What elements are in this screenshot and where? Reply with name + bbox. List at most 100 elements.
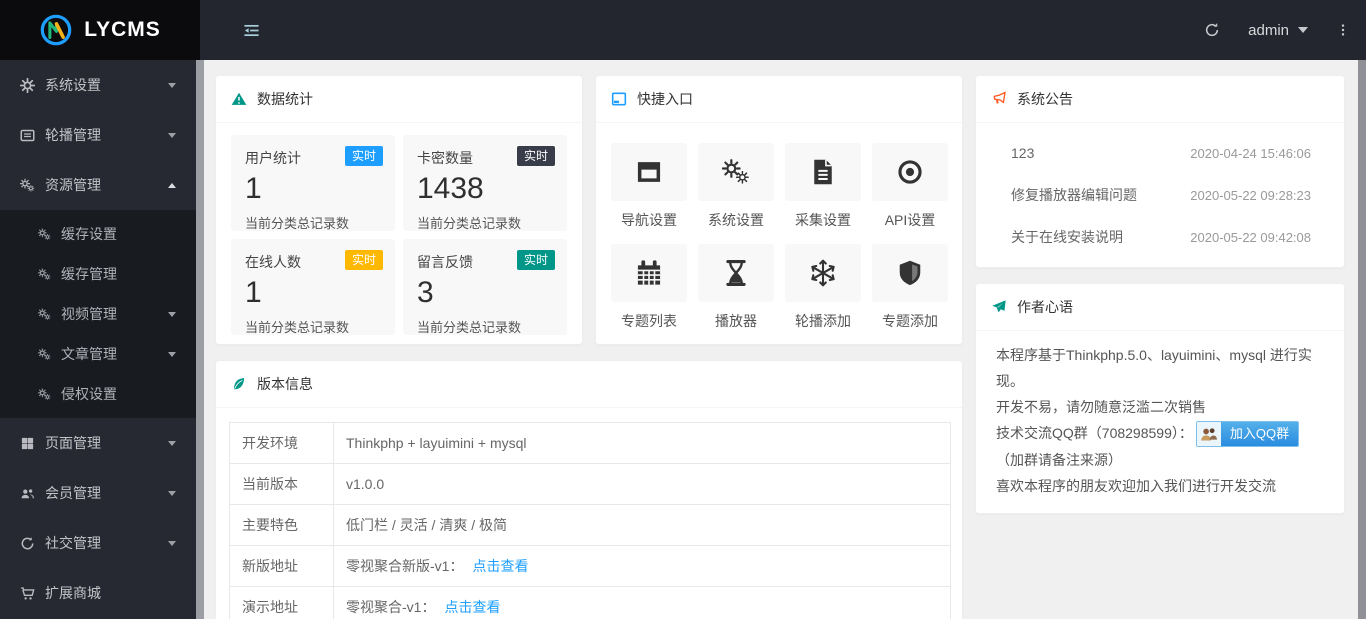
sidebar-item-extension-store[interactable]: 扩展商城 (0, 568, 196, 618)
qq-group-people-icon (1196, 422, 1221, 447)
sidebar-item-video-manage[interactable]: 视频管理 (0, 294, 196, 334)
stat-value: 1 (245, 276, 262, 309)
document-icon (785, 143, 861, 201)
data-statistics-card: 数据统计 用户统计 实时 1 当前分类总记录数 卡密数量 实时 1438 当前分… (215, 75, 583, 345)
version-row-label: 新版地址 (229, 545, 334, 587)
cogs-icon (20, 178, 35, 193)
cogs-icon (38, 268, 51, 281)
chevron-down-icon (168, 132, 176, 138)
quick-entry-api-settings[interactable]: API设置 (872, 143, 948, 230)
users-icon (20, 486, 35, 501)
realtime-badge: 实时 (344, 146, 383, 166)
sidebar-item-label: 缓存管理 (61, 266, 117, 282)
dot-circle-icon (872, 143, 948, 201)
card-header: 版本信息 (216, 361, 962, 408)
list-item[interactable]: 关于在线安装说明 2020-05-22 09:42:08 (976, 216, 1344, 258)
sidebar-item-social-manage[interactable]: 社交管理 (0, 518, 196, 568)
collapse-sidebar-icon[interactable] (243, 22, 260, 39)
quick-entry-nav-settings[interactable]: 导航设置 (611, 143, 687, 230)
panel-icon (611, 91, 627, 107)
announcement-list: 123 2020-04-24 15:46:06 修复播放器编辑问题 2020-0… (976, 123, 1344, 258)
sidebar-item-label: 缓存设置 (61, 226, 117, 242)
author-paragraph: 喜欢本程序的朋友欢迎加入我们进行开发交流 (996, 478, 1276, 495)
card-header: 数据统计 (216, 76, 582, 123)
version-row-label: 当前版本 (229, 463, 334, 505)
sidebar-item-label: 轮播管理 (45, 127, 101, 143)
sidebar-item-member-manage[interactable]: 会员管理 (0, 468, 196, 518)
card-title: 快捷入口 (637, 91, 693, 107)
warning-triangle-icon (231, 91, 247, 107)
leaf-icon (231, 376, 247, 392)
username: admin (1248, 21, 1289, 39)
quick-entry-system-settings[interactable]: 系统设置 (698, 143, 774, 230)
list-item[interactable]: 123 2020-04-24 15:46:06 (976, 132, 1344, 174)
sidebar-item-label: 资源管理 (45, 177, 101, 193)
join-qq-button[interactable]: 加入QQ群 (1195, 421, 1300, 448)
sidebar: 系统设置 轮播管理 资源管理 缓存设置 缓存管理 视频管理 文章管理 侵权设置 … (0, 60, 196, 619)
sidebar-item-system-settings[interactable]: 系统设置 (0, 60, 196, 110)
sidebar-item-infringement[interactable]: 侵权设置 (0, 374, 196, 414)
user-menu[interactable]: admin (1248, 22, 1308, 39)
stat-box-feedback: 留言反馈 实时 3 当前分类总记录数 (403, 239, 567, 335)
author-message-card: 作者心语 本程序基于Thinkphp.5.0、layuimini、mysql 进… (975, 283, 1345, 515)
quick-entry-carousel-add[interactable]: 轮播添加 (785, 244, 861, 331)
cogs-icon (38, 228, 51, 241)
quick-entry-collect-settings[interactable]: 采集设置 (785, 143, 861, 230)
stat-box-users: 用户统计 实时 1 当前分类总记录数 (231, 135, 395, 231)
card-header: 系统公告 (976, 76, 1344, 123)
sidebar-scrollbar[interactable] (196, 60, 204, 619)
card-title: 作者心语 (1017, 299, 1073, 315)
version-row-value: 零视聚合新版-v1： 点击查看 (333, 545, 951, 587)
announcement-time: 2020-05-22 09:28:23 (1190, 187, 1311, 203)
system-announcement-card: 系统公告 123 2020-04-24 15:46:06 修复播放器编辑问题 2… (975, 75, 1345, 268)
announcement-time: 2020-04-24 15:46:06 (1190, 145, 1311, 161)
chevron-down-icon (168, 490, 176, 496)
cogs-icon (38, 388, 51, 401)
view-link[interactable]: 点击查看 (444, 599, 500, 615)
logo-icon (39, 13, 73, 47)
stat-desc: 当前分类总记录数 (245, 215, 350, 231)
table-row: 主要特色 低门栏 / 灵活 / 清爽 / 极简 (229, 504, 951, 546)
sidebar-item-resources[interactable]: 资源管理 (0, 160, 196, 210)
view-link[interactable]: 点击查看 (472, 558, 528, 574)
carousel-icon (20, 128, 35, 143)
sidebar-item-cache-settings[interactable]: 缓存设置 (0, 214, 196, 254)
sidebar-item-carousel[interactable]: 轮播管理 (0, 110, 196, 160)
stat-desc: 当前分类总记录数 (245, 319, 350, 335)
calendar-icon (611, 244, 687, 302)
sidebar-item-cache-manage[interactable]: 缓存管理 (0, 254, 196, 294)
sidebar-item-label: 扩展商城 (45, 585, 101, 601)
kebab-menu-icon[interactable] (1336, 22, 1350, 38)
refresh-icon[interactable] (1204, 22, 1220, 38)
quick-entry-player[interactable]: 播放器 (698, 244, 774, 331)
sidebar-item-label: 视频管理 (61, 306, 117, 322)
author-paragraph: 本程序基于Thinkphp.5.0、layuimini、mysql 进行实现。 (996, 347, 1312, 389)
version-info-card: 版本信息 开发环境 Thinkphp + layuimini + mysql 当… (215, 360, 963, 619)
sidebar-item-article-manage[interactable]: 文章管理 (0, 334, 196, 374)
stats-grid: 用户统计 实时 1 当前分类总记录数 卡密数量 实时 1438 当前分类总记录数 (216, 123, 582, 347)
realtime-badge: 实时 (344, 250, 383, 270)
chevron-down-icon (168, 351, 176, 357)
quick-entry-topic-list[interactable]: 专题列表 (611, 244, 687, 331)
main-content: 数据统计 用户统计 实时 1 当前分类总记录数 卡密数量 实时 1438 当前分… (204, 60, 1358, 619)
card-title: 数据统计 (257, 91, 313, 107)
stat-box-cards: 卡密数量 实时 1438 当前分类总记录数 (403, 135, 567, 231)
version-row-value: v1.0.0 (333, 463, 951, 505)
card-title: 系统公告 (1017, 91, 1073, 107)
sidebar-item-page-manage[interactable]: 页面管理 (0, 418, 196, 468)
quick-entry-topic-add[interactable]: 专题添加 (872, 244, 948, 331)
table-row: 开发环境 Thinkphp + layuimini + mysql (229, 422, 951, 464)
recycle-icon (20, 536, 35, 551)
page-scrollbar[interactable] (1358, 60, 1366, 619)
card-title: 版本信息 (257, 376, 313, 392)
stat-desc: 当前分类总记录数 (417, 319, 522, 335)
author-message-body: 本程序基于Thinkphp.5.0、layuimini、mysql 进行实现。 … (976, 331, 1344, 499)
list-item[interactable]: 修复播放器编辑问题 2020-05-22 09:28:23 (976, 174, 1344, 216)
announcement-title: 修复播放器编辑问题 (1011, 187, 1137, 203)
realtime-badge: 实时 (516, 250, 555, 270)
author-paragraph: 开发不易，请勿随意泛滥二次销售 (996, 399, 1206, 415)
version-row-value: Thinkphp + layuimini + mysql (333, 422, 951, 464)
version-row-label: 演示地址 (229, 586, 334, 619)
snowflake-icon (785, 244, 861, 302)
sidebar-item-label: 文章管理 (61, 346, 117, 362)
